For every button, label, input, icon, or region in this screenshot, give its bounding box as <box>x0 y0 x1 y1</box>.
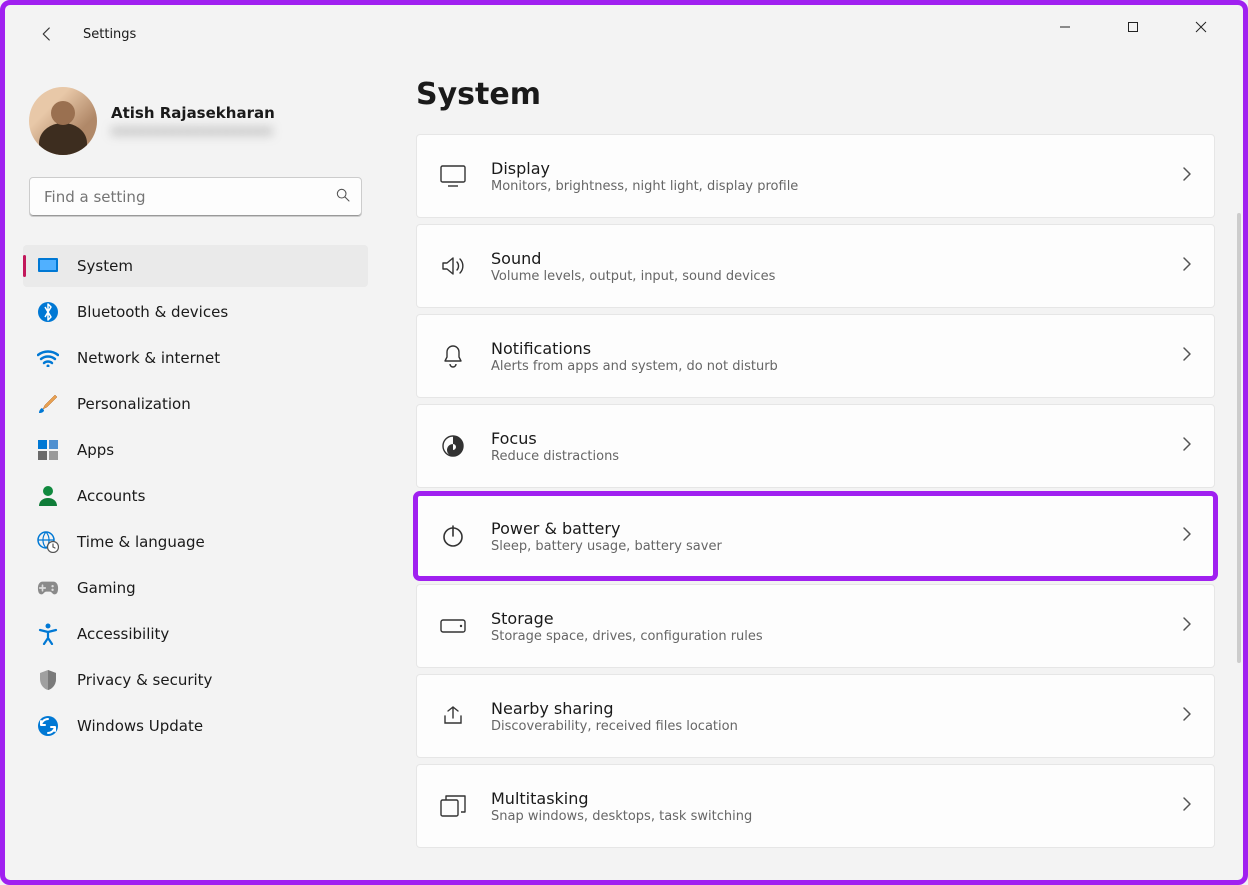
card-multitasking[interactable]: Multitasking Snap windows, desktops, tas… <box>416 764 1215 848</box>
card-subtitle: Discoverability, received files location <box>491 719 1158 734</box>
card-notifications[interactable]: Notifications Alerts from apps and syste… <box>416 314 1215 398</box>
card-subtitle: Snap windows, desktops, task switching <box>491 809 1158 824</box>
maximize-button[interactable] <box>1111 9 1155 45</box>
sidebar-item-bluetooth[interactable]: Bluetooth & devices <box>23 291 368 333</box>
card-title: Power & battery <box>491 519 1158 538</box>
window-controls <box>1023 5 1243 49</box>
main-panel: System Display Monitors, brightness, nig… <box>380 63 1243 880</box>
card-sound[interactable]: Sound Volume levels, output, input, soun… <box>416 224 1215 308</box>
titlebar: Settings <box>5 5 136 63</box>
gamepad-icon <box>37 577 59 599</box>
sidebar-item-label: Privacy & security <box>77 671 212 689</box>
card-title: Multitasking <box>491 789 1158 808</box>
card-title: Focus <box>491 429 1158 448</box>
card-nearby[interactable]: Nearby sharing Discoverability, received… <box>416 674 1215 758</box>
chevron-right-icon <box>1182 346 1192 366</box>
maximize-icon <box>1127 21 1139 33</box>
sidebar-item-update[interactable]: Windows Update <box>23 705 368 747</box>
bell-icon <box>439 342 467 370</box>
sidebar-item-label: Bluetooth & devices <box>77 303 228 321</box>
chevron-right-icon <box>1182 616 1192 636</box>
bluetooth-icon <box>37 301 59 323</box>
sidebar-item-gaming[interactable]: Gaming <box>23 567 368 609</box>
search-icon <box>335 187 351 207</box>
search-input[interactable] <box>44 188 335 206</box>
page-title: System <box>416 77 1215 112</box>
chevron-right-icon <box>1182 166 1192 186</box>
update-icon <box>37 715 59 737</box>
scrollbar[interactable] <box>1237 213 1241 663</box>
sidebar-item-label: System <box>77 257 133 275</box>
card-display[interactable]: Display Monitors, brightness, night ligh… <box>416 134 1215 218</box>
sidebar-item-label: Time & language <box>77 533 205 551</box>
card-subtitle: Reduce distractions <box>491 449 1158 464</box>
card-subtitle: Volume levels, output, input, sound devi… <box>491 269 1158 284</box>
person-icon <box>37 485 59 507</box>
sidebar-item-label: Personalization <box>77 395 191 413</box>
sidebar-item-label: Network & internet <box>77 349 220 367</box>
shield-icon <box>37 669 59 691</box>
apps-icon <box>37 439 59 461</box>
sidebar-item-network[interactable]: Network & internet <box>23 337 368 379</box>
focus-icon <box>439 432 467 460</box>
card-power[interactable]: Power & battery Sleep, battery usage, ba… <box>416 494 1215 578</box>
card-storage[interactable]: Storage Storage space, drives, configura… <box>416 584 1215 668</box>
card-subtitle: Alerts from apps and system, do not dist… <box>491 359 1158 374</box>
sidebar-item-accounts[interactable]: Accounts <box>23 475 368 517</box>
card-title: Nearby sharing <box>491 699 1158 718</box>
multitask-icon <box>439 792 467 820</box>
sidebar-item-apps[interactable]: Apps <box>23 429 368 471</box>
chevron-right-icon <box>1182 526 1192 546</box>
share-icon <box>439 702 467 730</box>
profile-name: Atish Rajasekharan <box>111 104 275 122</box>
window-title: Settings <box>83 27 136 42</box>
sidebar-item-privacy[interactable]: Privacy & security <box>23 659 368 701</box>
power-icon <box>439 522 467 550</box>
sound-icon <box>439 252 467 280</box>
minimize-button[interactable] <box>1043 9 1087 45</box>
system-icon <box>37 255 59 277</box>
back-button[interactable] <box>29 16 65 52</box>
settings-card-list: Display Monitors, brightness, night ligh… <box>416 134 1215 848</box>
profile-email: xxxxxxxxxxxxxxxxxxxxx <box>111 124 275 139</box>
close-icon <box>1195 21 1207 33</box>
card-title: Storage <box>491 609 1158 628</box>
wifi-icon <box>37 347 59 369</box>
close-button[interactable] <box>1179 9 1223 45</box>
sidebar-item-time[interactable]: Time & language <box>23 521 368 563</box>
chevron-right-icon <box>1182 796 1192 816</box>
back-arrow-icon <box>38 25 56 43</box>
minimize-icon <box>1059 21 1071 33</box>
sidebar-item-label: Apps <box>77 441 114 459</box>
profile-block[interactable]: Atish Rajasekharan xxxxxxxxxxxxxxxxxxxxx <box>23 81 368 177</box>
accessibility-icon <box>37 623 59 645</box>
paintbrush-icon <box>37 393 59 415</box>
sidebar-item-label: Accessibility <box>77 625 169 643</box>
display-icon <box>439 162 467 190</box>
card-focus[interactable]: Focus Reduce distractions <box>416 404 1215 488</box>
sidebar-item-label: Gaming <box>77 579 136 597</box>
card-subtitle: Sleep, battery usage, battery saver <box>491 539 1158 554</box>
chevron-right-icon <box>1182 706 1192 726</box>
storage-icon <box>439 612 467 640</box>
nav: System Bluetooth & devices Network & int… <box>23 245 368 747</box>
sidebar-item-system[interactable]: System <box>23 245 368 287</box>
sidebar-item-personalization[interactable]: Personalization <box>23 383 368 425</box>
card-title: Sound <box>491 249 1158 268</box>
card-subtitle: Monitors, brightness, night light, displ… <box>491 179 1158 194</box>
card-title: Notifications <box>491 339 1158 358</box>
chevron-right-icon <box>1182 256 1192 276</box>
globe-clock-icon <box>37 531 59 553</box>
sidebar: Atish Rajasekharan xxxxxxxxxxxxxxxxxxxxx… <box>5 63 380 880</box>
sidebar-item-label: Windows Update <box>77 717 203 735</box>
sidebar-item-accessibility[interactable]: Accessibility <box>23 613 368 655</box>
sidebar-item-label: Accounts <box>77 487 145 505</box>
chevron-right-icon <box>1182 436 1192 456</box>
search-box[interactable] <box>29 177 362 217</box>
card-subtitle: Storage space, drives, configuration rul… <box>491 629 1158 644</box>
avatar <box>29 87 97 155</box>
card-title: Display <box>491 159 1158 178</box>
